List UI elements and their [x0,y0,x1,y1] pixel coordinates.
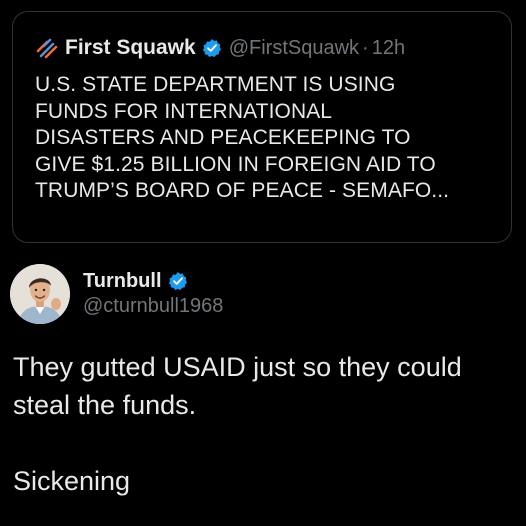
quoted-text-line: FUNDS FOR INTERNATIONAL [35,99,333,123]
quoted-author-name[interactable]: First Squawk [65,36,196,60]
author-name-row: Turnbull [83,268,188,294]
author-name[interactable]: Turnbull [83,270,162,293]
tweet-text: They gutted USAID just so they could ste… [13,348,518,500]
quoted-tweet-text: U.S. STATE DEPARTMENT IS USING FUNDS FOR… [35,72,505,205]
avatar-portrait [10,264,70,324]
quoted-text-line: GIVE $1.25 BILLION IN FOREIGN AID TO [35,152,436,176]
quoted-text-line: DISASTERS AND PEACEKEEPING TO [35,126,411,149]
author-handle[interactable]: @cturnbull1968 [83,295,223,318]
tweet-text-line: steal the funds. [13,390,197,420]
quoted-text-line: U.S. STATE DEPARTMENT IS USING [35,73,396,96]
verified-badge-icon [168,271,188,291]
quoted-text-line: TRUMP’S BOARD OF PEACE - SEMAFO... [35,179,450,202]
separator-dot: · [362,36,369,59]
verified-badge-icon [202,38,222,58]
quoted-tweet-header: First Squawk @FirstSquawk · 12h [35,34,405,62]
avatar[interactable] [10,264,70,324]
tweet-text-line: They gutted USAID just so they could [13,352,462,382]
tweet-text-line: Sickening [13,466,131,496]
quoted-tweet-time[interactable]: 12h [372,37,405,60]
quoted-author-handle[interactable]: @FirstSquawk [229,37,359,60]
first-squawk-logo-icon[interactable] [35,36,59,60]
quoted-tweet-card[interactable]: First Squawk @FirstSquawk · 12h U.S. STA… [12,11,512,243]
